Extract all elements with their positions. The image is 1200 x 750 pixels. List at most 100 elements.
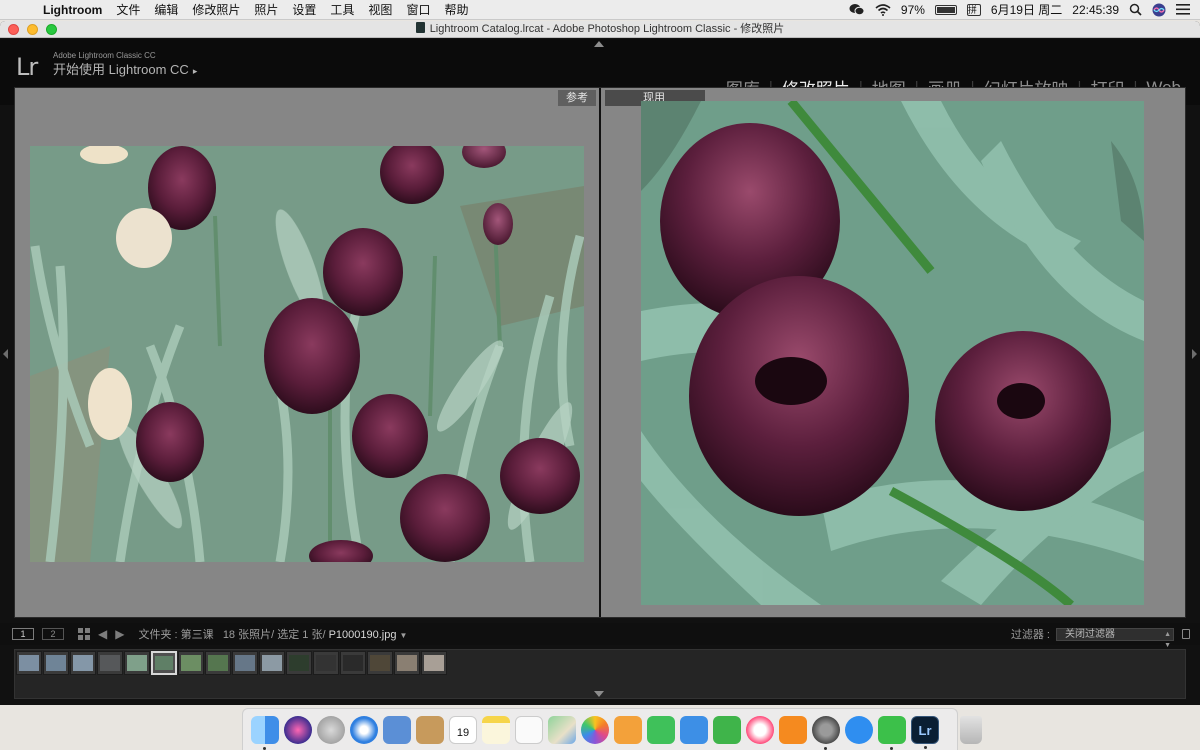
reference-pane[interactable]: 参考: [15, 88, 599, 617]
lr-logo: Lr: [16, 53, 38, 81]
source-breadcrumb[interactable]: 文件夹 : 第三课 18 张照片/ 选定 1 张/ P1000190.jpg ▼: [138, 626, 407, 642]
filmstrip-thumbnail[interactable]: [97, 651, 123, 675]
menu-window[interactable]: 窗口: [399, 1, 437, 18]
filmstrip-thumbnail[interactable]: [259, 651, 285, 675]
filter-select[interactable]: 关闭过滤器 ▲ ▼: [1056, 627, 1174, 649]
books-icon[interactable]: [779, 715, 807, 744]
filmstrip-thumbnail[interactable]: [151, 651, 177, 675]
get-started-link[interactable]: 开始使用 Lightroom CC ▸: [53, 61, 197, 80]
safari-icon[interactable]: [350, 715, 378, 744]
finder-icon[interactable]: [251, 715, 279, 750]
menu-file[interactable]: 文件: [109, 1, 147, 18]
filmstrip-thumbnail[interactable]: [124, 651, 150, 675]
filter-lock-icon[interactable]: [1182, 629, 1190, 639]
zoom-button[interactable]: [46, 24, 57, 35]
bottom-panel-toggle-icon[interactable]: [594, 691, 604, 697]
contacts-icon[interactable]: [416, 715, 444, 744]
menu-app[interactable]: Lightroom: [36, 3, 109, 17]
active-pane[interactable]: 现用: [601, 88, 1185, 617]
secondary-display-button[interactable]: 2: [42, 628, 64, 640]
photo-count: 18 张照片/ 选定 1 张/: [222, 629, 326, 641]
thumbnail-image: [316, 655, 336, 671]
thumbnail-image: [46, 655, 66, 671]
wifi-icon[interactable]: [875, 3, 891, 16]
filmstrip-thumbnail[interactable]: [313, 651, 339, 675]
maps-icon[interactable]: [548, 715, 576, 744]
brand-block: Adobe Lightroom Classic CC 开始使用 Lightroo…: [53, 51, 197, 80]
reminders-icon[interactable]: [515, 715, 543, 744]
back-arrow-icon[interactable]: ◀: [98, 627, 107, 641]
updown-icon: ▲ ▼: [1164, 630, 1171, 649]
menu-help[interactable]: 帮助: [437, 1, 475, 18]
minimize-button[interactable]: [27, 24, 38, 35]
photos-icon[interactable]: [581, 715, 609, 744]
menu-view[interactable]: 视图: [361, 1, 399, 18]
notes-icon[interactable]: [482, 715, 510, 744]
menu-bar: Lightroom 文件 编辑 修改照片 照片 设置 工具 视图 窗口 帮助 9…: [0, 0, 1200, 20]
filmstrip-thumbnail[interactable]: [205, 651, 231, 675]
facetime-icon[interactable]: [647, 715, 675, 744]
filter-area: 过滤器 : 关闭过滤器 ▲ ▼: [1010, 626, 1200, 649]
window-controls: [8, 24, 57, 35]
filmstrip-thumbnail[interactable]: [394, 651, 420, 675]
menubar-time[interactable]: 22:45:39: [1072, 3, 1119, 17]
preview-icon[interactable]: [383, 715, 411, 744]
menu-develop[interactable]: 修改照片: [185, 1, 247, 18]
wechat-icon[interactable]: [878, 715, 906, 750]
trash-icon[interactable]: [960, 715, 982, 744]
thumbnail-image: [235, 655, 255, 671]
wechat-status-icon[interactable]: [849, 3, 865, 16]
reference-label: 参考: [558, 90, 596, 106]
filmstrip-thumbnail[interactable]: [43, 651, 69, 675]
menubar-date[interactable]: 6月19日 周二: [991, 1, 1062, 18]
filmstrip-thumbnail[interactable]: [340, 651, 366, 675]
thumbnail-image: [424, 655, 444, 671]
forward-arrow-icon[interactable]: ▶: [115, 627, 124, 641]
left-panel-toggle-icon[interactable]: [3, 349, 8, 359]
filmstrip-thumbnail[interactable]: [178, 651, 204, 675]
thumbnail-image: [100, 655, 120, 671]
music-icon[interactable]: [746, 715, 774, 744]
system-preferences-icon[interactable]: [812, 715, 840, 750]
filmstrip-thumbnail[interactable]: [421, 651, 447, 675]
window-title: Lightroom Catalog.lrcat - Adobe Photosho…: [429, 23, 785, 35]
siri-app-icon[interactable]: [284, 715, 312, 744]
primary-display-button[interactable]: 1: [12, 628, 34, 640]
menu-tools[interactable]: 工具: [323, 1, 361, 18]
filmstrip-thumbnail[interactable]: [70, 651, 96, 675]
search-icon[interactable]: [1129, 3, 1142, 16]
menu-edit[interactable]: 编辑: [147, 1, 185, 18]
grid-view-icon[interactable]: [78, 628, 90, 640]
keynote-icon[interactable]: [680, 715, 708, 744]
thumbnail-image: [343, 655, 363, 671]
thumbnail-image: [181, 655, 201, 671]
numbers-icon[interactable]: [713, 715, 741, 744]
launchpad-icon[interactable]: [317, 715, 345, 744]
filter-value: 关闭过滤器: [1065, 628, 1115, 640]
pages-icon[interactable]: [614, 715, 642, 744]
active-photo[interactable]: [641, 101, 1144, 605]
thumbnail-image: [289, 655, 309, 671]
app-store-icon[interactable]: [845, 715, 873, 744]
reference-photo[interactable]: [30, 146, 584, 562]
menu-settings[interactable]: 设置: [285, 1, 323, 18]
calendar-icon[interactable]: 19: [449, 715, 477, 744]
thumbnail-image: [208, 655, 228, 671]
thumbnail-image: [19, 655, 39, 671]
siri-icon[interactable]: [1152, 3, 1166, 17]
lightroom-icon[interactable]: Lr: [911, 715, 939, 749]
close-button[interactable]: [8, 24, 19, 35]
filmstrip-thumbnail[interactable]: [286, 651, 312, 675]
filmstrip-thumbnail[interactable]: [16, 651, 42, 675]
battery-percent: 97%: [900, 2, 925, 17]
input-method-icon[interactable]: 拼: [966, 3, 981, 16]
thumbnail-strip: [16, 651, 447, 675]
filter-label: 过滤器 :: [1010, 629, 1050, 641]
menu-list-icon[interactable]: [1176, 4, 1190, 15]
menu-photo[interactable]: 照片: [247, 1, 285, 18]
battery-icon[interactable]: [934, 4, 957, 15]
top-panel-toggle-icon[interactable]: [594, 41, 604, 47]
filmstrip-thumbnail[interactable]: [367, 651, 393, 675]
right-panel-toggle-icon[interactable]: [1192, 349, 1197, 359]
filmstrip-thumbnail[interactable]: [232, 651, 258, 675]
